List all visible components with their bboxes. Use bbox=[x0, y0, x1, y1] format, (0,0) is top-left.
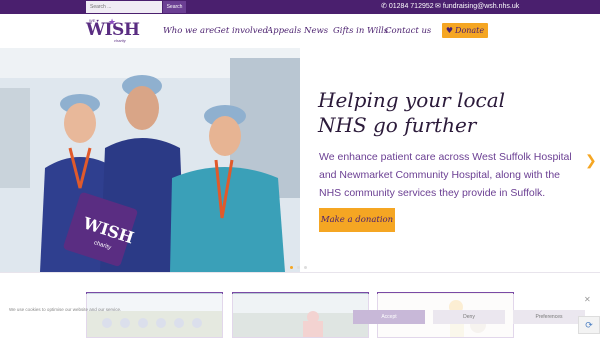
hero-photo: WISH charity bbox=[0, 48, 300, 272]
cookie-deny-button[interactable]: Deny bbox=[433, 310, 505, 324]
hero-title: Helping your local NHS go further bbox=[318, 88, 506, 137]
nav-get-involved[interactable]: Get involved bbox=[214, 26, 268, 36]
phone-link[interactable]: ✆ 01284 712952 bbox=[381, 2, 434, 11]
close-icon[interactable]: ✕ bbox=[584, 295, 591, 304]
cookie-accept-button[interactable]: Accept bbox=[353, 310, 425, 324]
phone-number: 01284 712952 bbox=[388, 2, 434, 10]
search-input[interactable] bbox=[86, 1, 162, 13]
nav-who-we-are[interactable]: Who we are bbox=[163, 26, 214, 36]
hero-photo-illustration: WISH charity bbox=[0, 48, 300, 272]
slider-dots bbox=[290, 266, 312, 270]
phone-icon: ✆ bbox=[381, 3, 387, 10]
heart-icon: ♥ bbox=[445, 26, 454, 35]
donate-label: Donate bbox=[455, 26, 485, 35]
cookie-preferences-button[interactable]: Preferences bbox=[513, 310, 585, 324]
star-icon: ★ bbox=[108, 17, 117, 27]
section-divider bbox=[0, 272, 600, 273]
cookie-text: We use cookies to optimise our website a… bbox=[9, 307, 122, 312]
nav-contact-us[interactable]: Contact us bbox=[385, 26, 431, 36]
nav-appeals[interactable]: Appeals bbox=[267, 26, 301, 36]
make-donation-button[interactable]: Make a donation bbox=[319, 208, 395, 232]
envelope-icon: ✉ bbox=[435, 3, 441, 10]
site-logo[interactable]: WE ♥ WISH ★ charity bbox=[86, 17, 140, 46]
recaptcha-badge[interactable]: ⟳ bbox=[578, 316, 600, 334]
email-link[interactable]: ✉ fundraising@wsh.nhs.uk bbox=[435, 2, 520, 11]
cookie-banner bbox=[0, 294, 600, 338]
slider-dot[interactable] bbox=[297, 266, 300, 269]
hero-description: We enhance patient care across West Suff… bbox=[319, 151, 572, 199]
slider-dot[interactable] bbox=[304, 266, 307, 269]
logo-charity: charity bbox=[114, 38, 126, 43]
nav-news[interactable]: News bbox=[304, 26, 328, 36]
email-address: fundraising@wsh.nhs.uk bbox=[442, 2, 520, 10]
chevron-right-icon[interactable]: ❯ bbox=[585, 152, 597, 169]
nav-gifts-in-wills[interactable]: Gifts in Wills bbox=[333, 26, 388, 36]
slider-dot-active[interactable] bbox=[290, 266, 293, 269]
search-button[interactable]: Search bbox=[163, 1, 186, 13]
donate-button[interactable]: ♥ Donate bbox=[442, 23, 488, 38]
